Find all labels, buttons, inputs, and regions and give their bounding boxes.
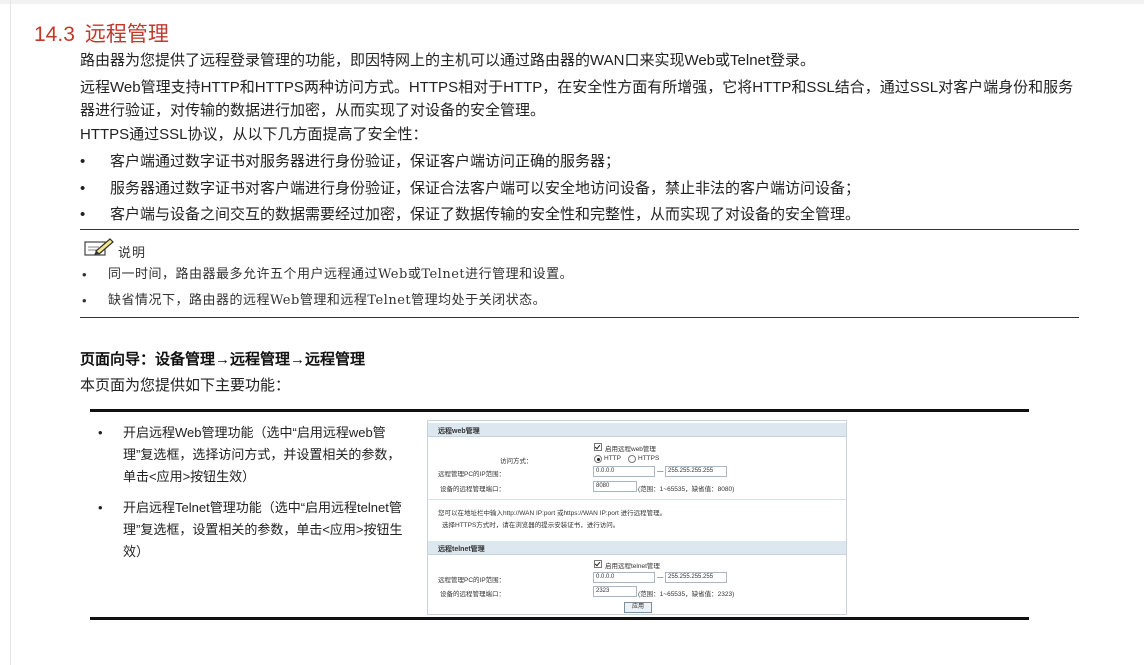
paragraph-ssl: HTTPS通过SSL协议，从以下几方面提高了安全性：	[80, 126, 428, 143]
pencil-note-icon	[84, 238, 114, 256]
telnet-port-label: 设备的远程管理端口：	[440, 591, 505, 598]
list-item-text: 客户端与设备之间交互的数据需要经过加密，保证了数据传输的安全性和完整性，从而实现…	[110, 206, 861, 223]
web-section-title: 远程web管理	[438, 428, 480, 435]
left-border	[10, 0, 11, 665]
ip-range-label: 远程管理PC的IP范围：	[438, 471, 506, 478]
https-certificate-tip: 选择HTTPS方式时，请在浏览器的提示安装证书，进行访问。	[442, 522, 620, 529]
https-radio[interactable]	[628, 455, 636, 463]
ip-range-separator: —	[657, 468, 664, 475]
web-port-hint: (范围：1~65535，缺省值：8080)	[638, 486, 735, 493]
https-label: HTTPS	[638, 455, 660, 462]
bullet-dot: •	[80, 153, 86, 170]
telnet-ip-range-label: 远程管理PC的IP范围：	[438, 577, 506, 584]
remote-access-tip: 您可以在地址栏中输入http://WAN IP:port 或https://WA…	[438, 510, 667, 517]
note-label: 说明	[118, 245, 147, 260]
telnet-ip-separator: —	[657, 574, 664, 581]
feature-text: 开启远程Telnet管理功能（选中“启用远程telnet管理”复选框，设置相关的…	[123, 500, 403, 559]
telnet-ip-to-input[interactable]: 255.255.255.255	[665, 572, 727, 583]
bullet-dot: •	[82, 267, 87, 282]
telnet-port-input[interactable]: 2323	[593, 586, 637, 597]
telnet-section-title: 远程telnet管理	[438, 546, 485, 553]
telnet-section-header: 远程telnet管理	[428, 541, 846, 555]
paragraph-https: 远程Web管理支持HTTP和HTTPS两种访问方式。HTTPS相对于HTTP，在…	[80, 79, 1074, 119]
bullet-dot: •	[98, 500, 103, 515]
list-item-text: 客户端通过数字证书对服务器进行身份验证，保证客户端访问正确的服务器；	[110, 153, 621, 170]
bullet-dot: •	[80, 206, 86, 223]
bullet-dot: •	[98, 425, 103, 440]
feature-text: 开启远程Web管理功能（选中“启用远程web管理”复选框，选择访问方式，并设置相…	[123, 425, 401, 484]
bullet-dot: •	[80, 180, 86, 197]
page-navigation-guide: 页面向导：设备管理→远程管理→远程管理	[80, 351, 366, 368]
note-top-rule	[80, 229, 1079, 230]
remote-management-screenshot: 远程web管理 启用远程web管理 访问方式： HTTP HTTPS 远程管理P…	[427, 420, 847, 615]
telnet-port-hint: (范围：1~65535，缺省值：2323)	[638, 591, 735, 598]
web-enable-label: 启用远程web管理	[605, 446, 656, 453]
divider	[428, 499, 846, 500]
web-enable-checkbox[interactable]	[594, 443, 602, 451]
telnet-ip-from-input[interactable]: 0.0.0.0	[593, 572, 655, 583]
note-item-text: 缺省情况下，路由器的远程Web管理和远程Telnet管理均处于关闭状态。	[108, 293, 547, 308]
feature-intro: 本页面为您提供如下主要功能：	[80, 377, 291, 394]
ip-from-input[interactable]: 0.0.0.0	[593, 466, 655, 477]
telnet-enable-label: 启用远程telnet管理	[605, 563, 660, 570]
section-title: 远程管理	[84, 23, 169, 46]
web-port-label: 设备的远程管理端口：	[440, 486, 505, 493]
web-port-input[interactable]: 8080	[593, 481, 637, 492]
top-border	[0, 0, 1144, 4]
ip-to-input[interactable]: 255.255.255.255	[665, 466, 727, 477]
web-section-header: 远程web管理	[428, 423, 846, 437]
http-label: HTTP	[604, 455, 621, 462]
list-item-text: 服务器通过数字证书对客户端进行身份验证，保证合法客户端可以安全地访问设备，禁止非…	[110, 180, 861, 197]
bullet-dot: •	[82, 293, 87, 308]
paragraph-intro: 路由器为您提供了远程登录管理的功能，即因特网上的主机可以通过路由器的WAN口来实…	[80, 52, 816, 69]
table-bottom-rule	[90, 617, 1029, 620]
http-radio[interactable]	[594, 455, 602, 463]
apply-button[interactable]: 应用	[624, 602, 652, 613]
telnet-enable-checkbox[interactable]	[594, 560, 602, 568]
section-number: 14.3	[34, 23, 75, 46]
note-item-text: 同一时间，路由器最多允许五个用户远程通过Web或Telnet进行管理和设置。	[108, 267, 574, 282]
table-top-rule	[90, 409, 1029, 412]
note-bottom-rule	[80, 317, 1079, 318]
section-heading: 14.3 远程管理	[34, 18, 169, 48]
access-mode-label: 访问方式：	[500, 458, 533, 465]
